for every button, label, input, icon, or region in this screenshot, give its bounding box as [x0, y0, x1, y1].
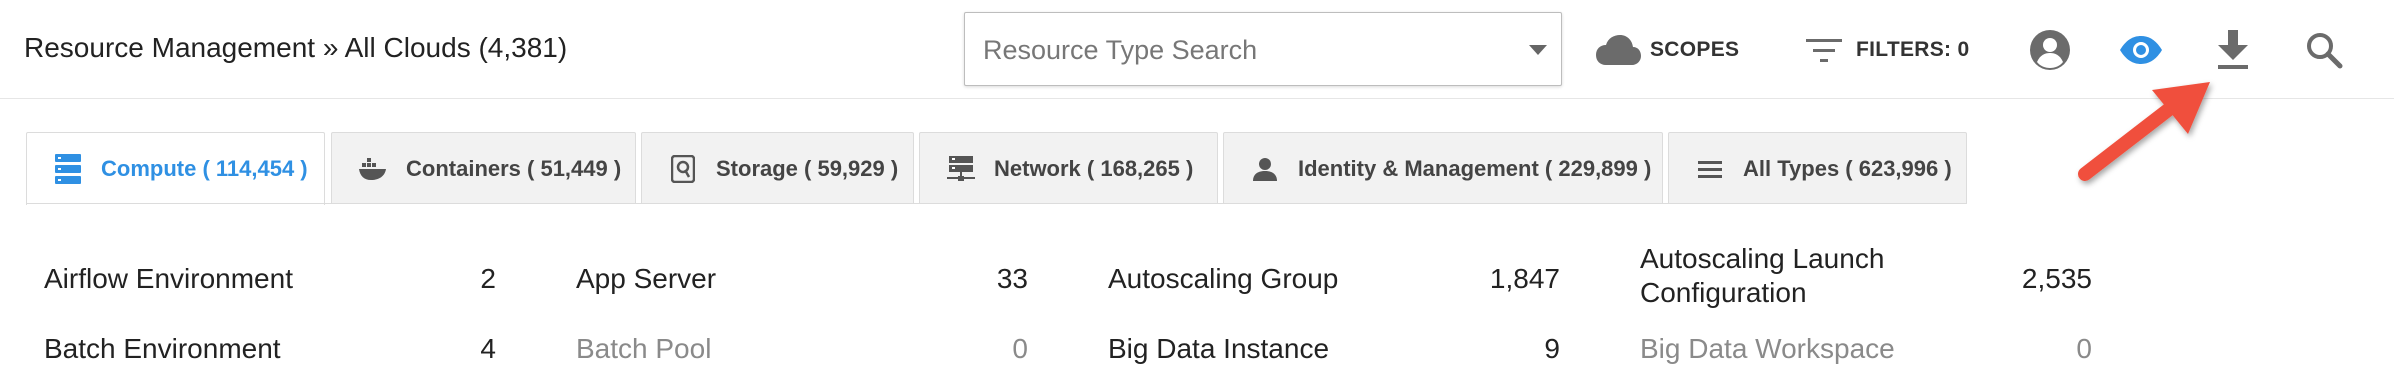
account-button[interactable]: [2026, 26, 2074, 74]
resource-count[interactable]: 2,535: [1972, 262, 2092, 296]
docker-icon: [358, 154, 388, 184]
network-icon: [946, 154, 976, 184]
resource-count[interactable]: 0: [1972, 332, 2092, 366]
filters-button[interactable]: FILTERS: 0: [1806, 26, 1969, 74]
tab-all-types-label: All Types ( 623,996 ): [1743, 155, 1952, 181]
resource-count[interactable]: 9: [1440, 332, 1560, 366]
tab-storage-label: Storage ( 59,929 ): [716, 155, 899, 181]
tab-containers-label: Containers ( 51,449 ): [406, 155, 622, 181]
tab-containers[interactable]: Containers ( 51,449 ): [331, 132, 636, 204]
tab-compute[interactable]: Compute ( 114,454 ): [26, 132, 325, 205]
resource-name[interactable]: Batch Pool: [576, 332, 711, 366]
resource-count[interactable]: 1,847: [1440, 262, 1560, 296]
list-icon: [1695, 154, 1725, 184]
tab-compute-label: Compute ( 114,454 ): [101, 156, 308, 181]
resource-name[interactable]: Autoscaling Launch Configuration: [1640, 242, 1940, 310]
resource-name[interactable]: Big Data Workspace: [1640, 332, 1895, 366]
server-icon: [53, 154, 83, 184]
download-button[interactable]: [2209, 26, 2257, 74]
filters-label: FILTERS: 0: [1856, 38, 1970, 61]
resource-type-search-input[interactable]: [981, 27, 1505, 73]
scopes-label: SCOPES: [1650, 38, 1740, 61]
annotation-arrow: [2078, 82, 2210, 181]
resource-name[interactable]: Big Data Instance: [1108, 332, 1329, 366]
resource-count[interactable]: 33: [908, 262, 1028, 296]
visibility-button[interactable]: [2117, 26, 2165, 74]
tabs-divider: [26, 203, 1967, 204]
download-icon: [2218, 30, 2248, 69]
search-icon: [2307, 33, 2343, 69]
account-circle-icon: [2030, 30, 2070, 70]
resource-name[interactable]: Batch Environment: [44, 332, 281, 366]
tab-identity-management[interactable]: Identity & Management ( 229,899 ): [1223, 132, 1663, 204]
tab-identity-management-label: Identity & Management ( 229,899 ): [1298, 155, 1652, 181]
resource-name[interactable]: Autoscaling Group: [1108, 262, 1338, 296]
resource-count[interactable]: 4: [376, 332, 496, 366]
disk-icon: [668, 154, 698, 184]
top-header: Resource Management » All Clouds (4,381)…: [0, 0, 2394, 99]
resource-row: Airflow Environment 2 App Server 33 Auto…: [0, 243, 2394, 318]
breadcrumb[interactable]: Resource Management » All Clouds (4,381): [24, 32, 567, 64]
tab-network-label: Network ( 168,265 ): [994, 155, 1194, 181]
cloud-icon: [1594, 33, 1642, 67]
resource-name[interactable]: Airflow Environment: [44, 262, 293, 296]
resource-count[interactable]: 2: [376, 262, 496, 296]
resource-name[interactable]: App Server: [576, 262, 716, 296]
resource-row: Batch Environment 4 Batch Pool 0 Big Dat…: [0, 332, 2394, 392]
tab-all-types[interactable]: All Types ( 623,996 ): [1668, 132, 1967, 204]
tab-network[interactable]: Network ( 168,265 ): [919, 132, 1218, 204]
search-button[interactable]: [2300, 26, 2348, 74]
filter-icon: [1806, 36, 1842, 64]
resource-count[interactable]: 0: [908, 332, 1028, 366]
eye-icon: [2120, 36, 2162, 64]
resource-type-search[interactable]: [964, 12, 1562, 86]
person-icon: [1250, 154, 1280, 184]
chevron-down-icon[interactable]: [1529, 45, 1547, 55]
scopes-button[interactable]: SCOPES: [1594, 26, 1739, 74]
tab-storage[interactable]: Storage ( 59,929 ): [641, 132, 914, 204]
